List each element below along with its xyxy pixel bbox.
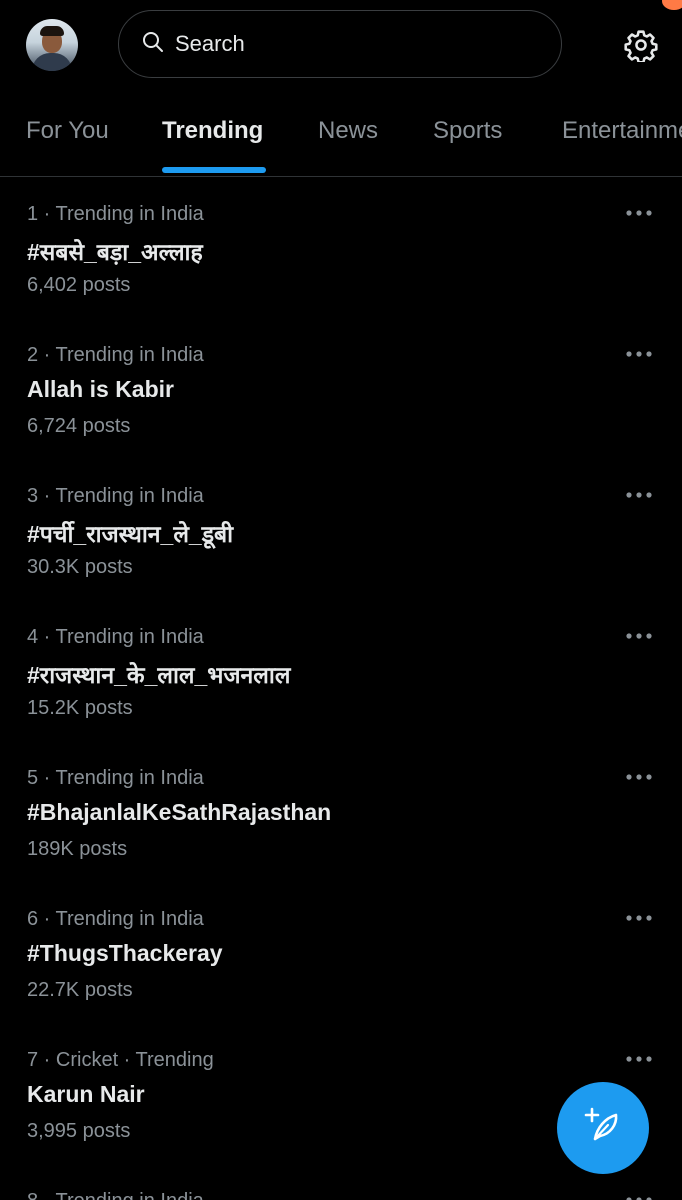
more-options-icon[interactable] (620, 201, 658, 225)
trend-context: 3 · Trending in India (27, 485, 204, 507)
trend-post-count: 189K posts (27, 838, 128, 860)
search-placeholder: Search (175, 31, 245, 56)
trend-post-count: 3,995 posts (27, 1120, 131, 1142)
avatar-shirt (32, 53, 72, 71)
trend-item[interactable]: 2 · Trending in India Allah is Kabir 6,7… (0, 334, 682, 475)
trend-item[interactable]: 8 · Trending in India (0, 1180, 682, 1200)
trend-item[interactable]: 1 · Trending in India #सबसे_बड़ा_अल्लाह … (0, 193, 682, 334)
trend-item[interactable]: 3 · Trending in India #पर्ची_राजस्थान_ले… (0, 475, 682, 616)
top-bar: Search (0, 0, 682, 90)
trend-post-count: 6,402 posts (27, 274, 131, 296)
gear-icon[interactable] (624, 28, 658, 64)
tab-news[interactable]: News (318, 117, 378, 145)
active-tab-indicator (162, 167, 266, 173)
trend-context: 7 · Cricket · Trending (27, 1049, 214, 1071)
trend-context: 8 · Trending in India (27, 1190, 204, 1200)
tab-bar: For You Trending News Sports Entertainme… (0, 90, 682, 177)
search-bar[interactable]: Search (118, 10, 562, 78)
trend-context: 4 · Trending in India (27, 626, 204, 648)
trend-context: 1 · Trending in India (27, 203, 204, 225)
trend-context: 5 · Trending in India (27, 767, 204, 789)
compose-button[interactable] (557, 1082, 649, 1174)
tab-sports[interactable]: Sports (433, 117, 502, 145)
trend-topic: Karun Nair (27, 1081, 145, 1107)
more-options-icon[interactable] (620, 624, 658, 648)
more-options-icon[interactable] (620, 906, 658, 930)
trend-item[interactable]: 6 · Trending in India #ThugsThackeray 22… (0, 898, 682, 1039)
trend-post-count: 22.7K posts (27, 979, 133, 1001)
trend-item[interactable]: 4 · Trending in India #राजस्थान_के_लाल_भ… (0, 616, 682, 757)
notification-dot (662, 0, 682, 10)
trend-topic: #राजस्थान_के_लाल_भजनलाल (27, 662, 291, 688)
compose-feather-plus-icon (583, 1106, 623, 1151)
trend-topic: #ThugsThackeray (27, 940, 223, 966)
search-icon (141, 30, 165, 59)
more-options-icon[interactable] (620, 1188, 658, 1200)
tab-trending[interactable]: Trending (162, 117, 263, 145)
more-options-icon[interactable] (620, 765, 658, 789)
trend-item[interactable]: 5 · Trending in India #BhajanlalKeSathRa… (0, 757, 682, 898)
trend-context: 2 · Trending in India (27, 344, 204, 366)
trend-topic: #BhajanlalKeSathRajasthan (27, 799, 332, 825)
trend-topic: #पर्ची_राजस्थान_ले_डूबी (27, 521, 234, 547)
user-avatar[interactable] (26, 19, 78, 71)
trend-post-count: 15.2K posts (27, 697, 133, 719)
trend-post-count: 6,724 posts (27, 415, 131, 437)
trend-context: 6 · Trending in India (27, 908, 204, 930)
more-options-icon[interactable] (620, 483, 658, 507)
trend-topic: #सबसे_बड़ा_अल्लाह (27, 239, 203, 265)
trend-topic: Allah is Kabir (27, 376, 174, 402)
more-options-icon[interactable] (620, 1047, 658, 1071)
avatar-hair (40, 26, 64, 36)
trend-post-count: 30.3K posts (27, 556, 133, 578)
tab-entertainment[interactable]: Entertainment (562, 117, 682, 145)
more-options-icon[interactable] (620, 342, 658, 366)
tab-for-you[interactable]: For You (26, 117, 109, 145)
